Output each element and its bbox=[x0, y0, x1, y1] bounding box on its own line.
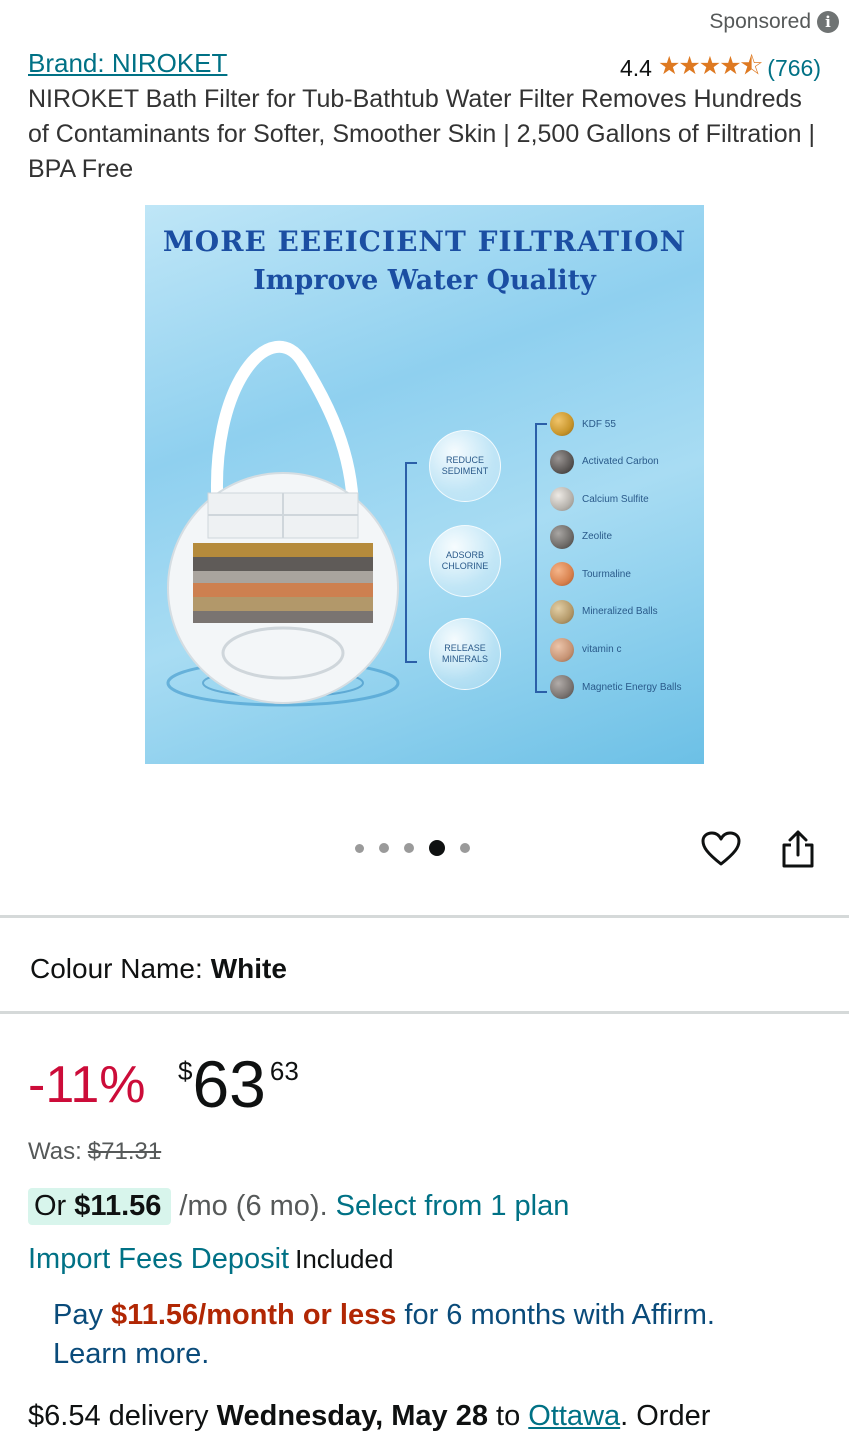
info-icon[interactable]: i bbox=[817, 11, 839, 33]
monthly-payment: Or $11.56 /mo (6 mo). Select from 1 plan bbox=[28, 1188, 569, 1225]
was-amount: $71.31 bbox=[87, 1138, 162, 1165]
filter-layers-legend: KDF 55 Activated Carbon Calcium Sulfite … bbox=[550, 411, 682, 700]
legend-item: vitamin c bbox=[550, 637, 682, 663]
section-divider bbox=[0, 1011, 849, 1014]
discount-percent: -11% bbox=[28, 1056, 146, 1114]
legend-label: Calcium Sulfite bbox=[582, 493, 649, 505]
monthly-amount: $11.56 bbox=[74, 1190, 162, 1222]
price-whole: 63 bbox=[192, 1047, 266, 1121]
layer-ball-icon bbox=[550, 524, 574, 549]
legend-item: Activated Carbon bbox=[550, 449, 682, 475]
legend-label: Activated Carbon bbox=[582, 456, 659, 468]
affirm-amount: $11.56/month or less bbox=[111, 1299, 397, 1331]
bubble-line: REDUCE bbox=[445, 455, 484, 465]
layers-bracket bbox=[535, 423, 547, 693]
bubble-reduce-sediment: REDUCE SEDIMENT bbox=[429, 430, 501, 502]
layer-ball-icon bbox=[550, 599, 574, 624]
carousel-dot[interactable] bbox=[355, 843, 364, 853]
wishlist-button[interactable] bbox=[699, 827, 743, 871]
delivery-location-link[interactable]: Ottawa bbox=[528, 1400, 620, 1432]
legend-label: Zeolite bbox=[582, 531, 613, 543]
bubble-adsorb-chlorine: ADSORB CHLORINE bbox=[429, 525, 501, 597]
price: $ 63 63 bbox=[178, 1048, 299, 1120]
carousel-dot[interactable] bbox=[460, 843, 470, 853]
affirm-learn-more-link[interactable]: Learn more. bbox=[53, 1338, 209, 1370]
affirm-text: Pay bbox=[53, 1299, 112, 1331]
layer-ball-icon bbox=[550, 449, 574, 474]
bubble-line: RELEASE bbox=[444, 643, 486, 653]
share-icon bbox=[782, 830, 814, 868]
bubble-line: SEDIMENT bbox=[441, 466, 489, 476]
product-title: NIROKET Bath Filter for Tub-Bathtub Wate… bbox=[28, 85, 815, 183]
delivery-tail: . Order bbox=[620, 1400, 711, 1432]
legend-item: Mineralized Balls bbox=[550, 599, 682, 625]
delivery-date: Wednesday, May 28 bbox=[216, 1400, 488, 1432]
bath-filter-illustration bbox=[166, 340, 400, 707]
legend-item: Zeolite bbox=[550, 524, 682, 550]
rating-count-link[interactable]: (766) bbox=[767, 55, 821, 82]
product-image[interactable]: MORE EEEICIENT FILTRATION Improve Water … bbox=[145, 205, 704, 764]
was-label: Was: bbox=[28, 1138, 82, 1165]
sponsored-text: Sponsored bbox=[709, 10, 811, 33]
import-fees: Import Fees Deposit Included bbox=[28, 1243, 393, 1276]
was-price: Was: $71.31 bbox=[28, 1138, 161, 1166]
price-fraction: 63 bbox=[269, 1056, 299, 1086]
select-plan-link[interactable]: Select from 1 plan bbox=[336, 1190, 570, 1223]
colour-label: Colour Name: bbox=[30, 953, 203, 984]
monthly-amount-badge: Or $11.56 bbox=[28, 1188, 172, 1225]
monthly-prefix: Or bbox=[34, 1190, 75, 1222]
import-fees-link[interactable]: Import Fees Deposit bbox=[28, 1243, 289, 1275]
bubble-line: CHLORINE bbox=[441, 561, 489, 571]
layer-ball-icon bbox=[550, 487, 574, 512]
carousel-dot-active[interactable] bbox=[429, 840, 445, 856]
share-button[interactable] bbox=[776, 827, 820, 871]
carousel-dot[interactable] bbox=[404, 843, 414, 853]
delivery-info: $6.54 delivery Wednesday, May 28 to Otta… bbox=[28, 1400, 710, 1433]
heart-icon bbox=[701, 831, 741, 866]
layer-ball-icon bbox=[550, 675, 574, 700]
image-subheading: Improve Water Quality bbox=[253, 265, 596, 296]
monthly-suffix: /mo (6 mo). bbox=[179, 1190, 328, 1222]
import-fees-status: Included bbox=[295, 1244, 394, 1274]
bubble-line: MINERALS bbox=[441, 654, 488, 664]
layer-ball-icon bbox=[550, 412, 574, 436]
affirm-offer: Pay $11.56/month or less for 6 months wi… bbox=[53, 1296, 823, 1374]
bubble-release-minerals: RELEASE MINERALS bbox=[429, 618, 501, 690]
legend-item: KDF 55 bbox=[550, 411, 682, 437]
image-carousel-dots[interactable] bbox=[355, 840, 470, 856]
bubble-line: ADSORB bbox=[445, 550, 484, 560]
colour-value: White bbox=[210, 953, 287, 984]
legend-item: Magnetic Energy Balls bbox=[550, 674, 682, 700]
legend-label: vitamin c bbox=[582, 644, 622, 656]
layer-ball-icon bbox=[550, 562, 574, 587]
legend-item: Calcium Sulfite bbox=[550, 486, 682, 512]
delivery-cost: $6.54 delivery bbox=[28, 1400, 217, 1432]
delivery-to: to bbox=[487, 1400, 529, 1432]
sponsored-label[interactable]: Sponsored i bbox=[709, 10, 839, 34]
colour-selector[interactable]: Colour Name: White bbox=[30, 953, 287, 985]
rating-value: 4.4 bbox=[619, 55, 652, 81]
image-heading: MORE EEEICIENT FILTRATION bbox=[162, 225, 687, 258]
function-bracket bbox=[405, 462, 417, 663]
legend-item: Tourmaline bbox=[550, 561, 682, 587]
brand-link[interactable]: Brand: NIROKET bbox=[28, 48, 227, 79]
layer-ball-icon bbox=[550, 637, 574, 662]
affirm-text: for 6 months with Affirm. bbox=[396, 1299, 715, 1331]
legend-label: Magnetic Energy Balls bbox=[582, 681, 682, 693]
price-currency: $ bbox=[178, 1056, 193, 1086]
section-divider bbox=[0, 915, 849, 918]
legend-label: Mineralized Balls bbox=[582, 606, 658, 618]
legend-label: KDF 55 bbox=[582, 418, 616, 430]
carousel-dot[interactable] bbox=[379, 843, 389, 853]
legend-label: Tourmaline bbox=[582, 568, 631, 580]
